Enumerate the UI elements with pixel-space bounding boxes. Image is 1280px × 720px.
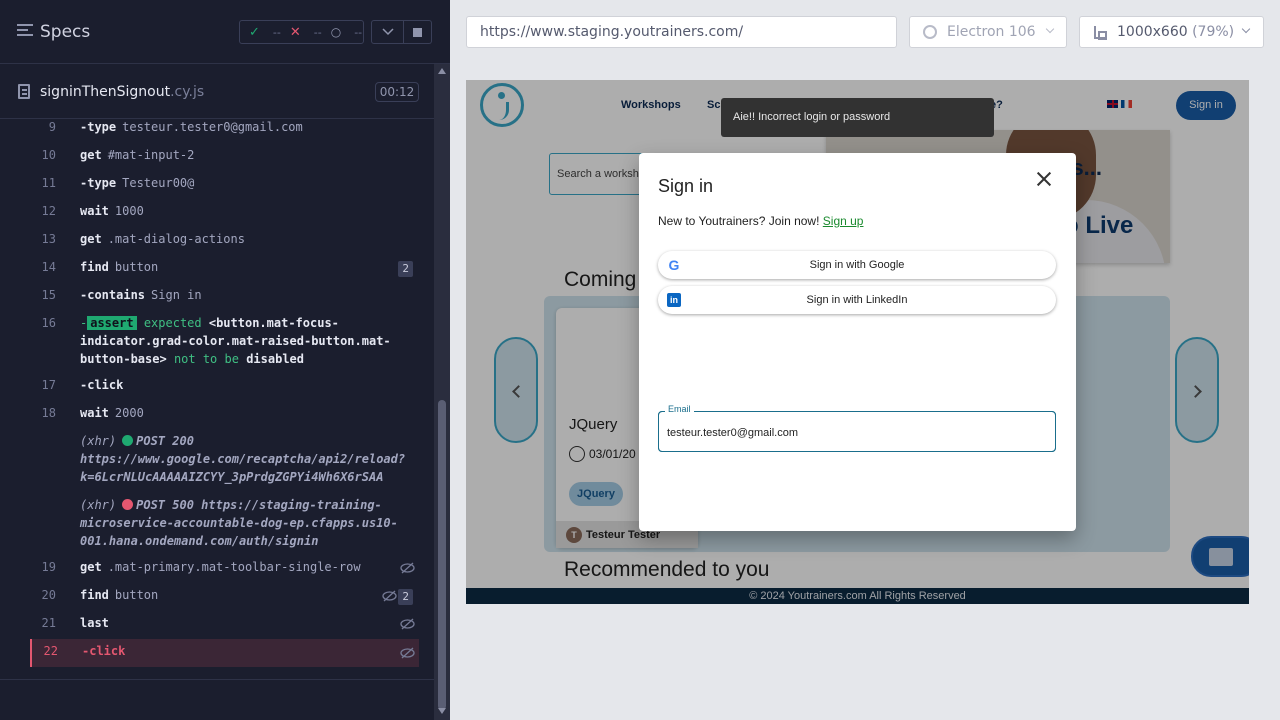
assert-row[interactable]: 16 - assert expected <button.mat-focus-in… [30,316,419,374]
linkedin-icon: in [667,293,681,307]
command-row-active[interactable]: 22 -click [30,639,419,667]
xhr-row[interactable]: (xhr) POST 500 https://staging-training-m… [30,496,419,554]
specs-menu-icon[interactable] [17,24,33,38]
email-field[interactable]: Email testeur.tester0@gmail.com [658,404,1056,452]
cypress-command-panel: Specs ✓ -- ✕ -- ○ -- signinThenSignout.cy.j… [0,0,450,720]
stop-icon [413,27,422,37]
signin-dialog: Sign in New to Youtrainers? Join now! Si… [639,153,1076,531]
stop-button[interactable] [404,20,432,44]
command-row[interactable]: 12 wait 1000 [30,204,419,226]
app-preview: Workshops Sc e? Sign in gs... o Live Sea… [466,80,1249,604]
scroll-thumb[interactable] [438,400,446,710]
passed-icon: ✓ [249,24,260,40]
element-count-badge: 2 [398,589,413,605]
command-row[interactable]: 15 -contains Sign in [30,288,419,310]
spec-file-name[interactable]: signinThenSignout.cy.js [40,84,204,100]
xhr-row[interactable]: (xhr) POST 200 https://www.google.com/rec… [30,432,419,490]
status-error-dot [122,499,134,510]
scroll-up-icon[interactable] [438,68,446,74]
eye-slash-icon [400,618,415,630]
failed-count: -- [313,25,322,39]
command-row[interactable]: 9 -type testeur.tester0@gmail.com [30,120,419,142]
google-signin-button[interactable]: G Sign in with Google [658,251,1056,279]
viewport-selector[interactable]: 1000x660 (79%) [1079,16,1264,48]
failed-icon: ✕ [289,24,301,40]
toggle-expand-button[interactable] [371,20,404,44]
command-row[interactable]: 17 -click [30,378,419,400]
assert-tag: assert [87,316,137,330]
viewport-icon [1094,26,1107,40]
command-row[interactable]: 11 -type Testeur00@ [30,176,419,198]
error-snackbar: Aie!! Incorrect login or password [721,98,994,137]
linkedin-signin-button[interactable]: in Sign in with LinkedIn [658,286,1056,314]
spec-file-header: signinThenSignout.cy.js 00:12 [0,64,434,119]
command-row[interactable]: 13 get .mat-dialog-actions [30,232,419,254]
url-bar[interactable]: https://www.staging.youtrainers.com/ [466,16,897,48]
specs-header: Specs ✓ -- ✕ -- ○ -- [0,0,450,64]
gear-icon [923,25,937,39]
test-stats: ✓ -- ✕ -- ○ -- [239,20,364,44]
status-ok-dot [122,435,134,446]
passed-count: -- [272,25,281,39]
google-icon: G [668,257,680,273]
specs-title[interactable]: Specs [40,22,90,42]
chevron-down-icon [1045,24,1055,34]
pending-count: -- [354,25,363,39]
command-row[interactable]: 18 wait 2000 [30,406,419,428]
dialog-title: Sign in [658,176,714,196]
command-log-scrollbar[interactable] [434,64,450,720]
chevron-down-icon [381,28,394,36]
divider [0,679,434,680]
command-row[interactable]: 19 get .mat-primary.mat-toolbar-single-ro… [30,560,419,582]
chevron-down-icon [1241,24,1251,34]
command-row[interactable]: 14 find button 2 [30,260,419,282]
scroll-down-icon[interactable] [438,708,446,714]
command-row[interactable]: 10 get #mat-input-2 [30,148,419,170]
spec-duration: 00:12 [375,82,419,102]
pending-icon: ○ [330,25,342,39]
signup-link[interactable]: Sign up [823,214,864,228]
command-row[interactable]: 21 last [30,616,419,638]
command-row[interactable]: 20 find button 2 [30,588,419,610]
browser-selector[interactable]: Electron 106 [909,16,1067,48]
file-icon [18,84,30,99]
command-log: 9 -type testeur.tester0@gmail.com 10 get #… [0,120,434,680]
element-count-badge: 2 [398,261,413,277]
eye-slash-icon [400,562,415,574]
eye-slash-icon [382,590,397,602]
close-icon[interactable] [1035,170,1053,188]
eye-slash-icon [400,647,415,659]
